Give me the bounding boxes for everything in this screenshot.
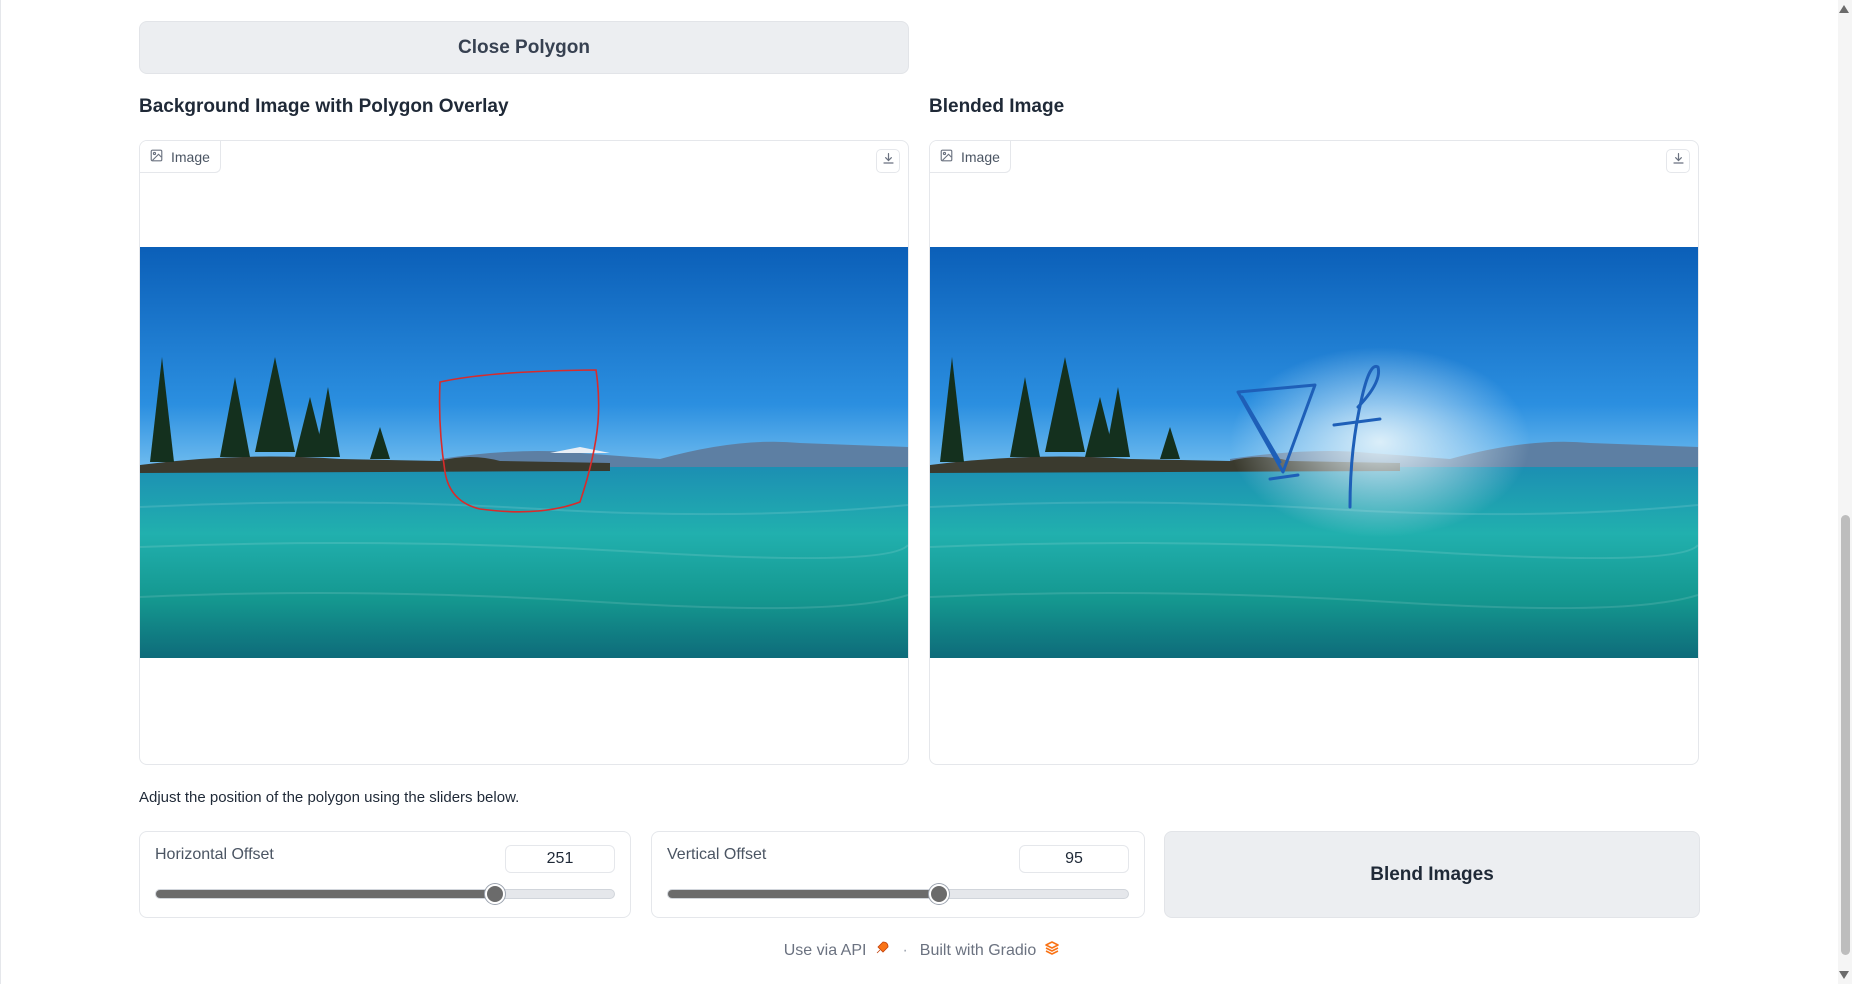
gradio-logo-icon xyxy=(1044,940,1060,961)
scrollbar-thumb[interactable] xyxy=(1841,515,1850,955)
horizontal-slider-track[interactable] xyxy=(155,884,615,904)
image-icon xyxy=(940,149,953,165)
download-button[interactable] xyxy=(1666,149,1690,173)
close-polygon-button[interactable]: Close Polygon xyxy=(139,21,909,74)
horizontal-offset-slider: Horizontal Offset 251 xyxy=(139,831,631,918)
blended-image-panel: Image xyxy=(929,140,1699,765)
use-via-api-text: Use via API xyxy=(783,941,867,959)
vertical-slider-fill xyxy=(668,890,940,898)
vertical-scrollbar[interactable] xyxy=(1838,0,1852,984)
rocket-icon xyxy=(874,940,890,961)
vertical-slider-track[interactable] xyxy=(667,884,1129,904)
vertical-offset-input[interactable]: 95 xyxy=(1019,845,1129,873)
use-via-api-link[interactable]: Use via API xyxy=(784,940,891,961)
download-icon xyxy=(1672,152,1685,170)
scroll-up-arrow-icon[interactable] xyxy=(1839,5,1849,13)
page: Close Polygon Background Image with Poly… xyxy=(0,0,1852,984)
image-label-badge: Image xyxy=(140,141,221,173)
built-with-gradio-link[interactable]: Built with Gradio xyxy=(920,940,1061,961)
horizontal-slider-thumb[interactable] xyxy=(484,884,505,904)
download-button[interactable] xyxy=(876,149,900,173)
footer: Use via API · Built with Gradio xyxy=(1,940,1852,961)
vertical-slider-thumb[interactable] xyxy=(929,884,950,904)
image-label-text: Image xyxy=(171,148,210,165)
left-panel-title: Background Image with Polygon Overlay xyxy=(139,96,509,117)
horizontal-slider-fill xyxy=(156,890,495,898)
image-label-text: Image xyxy=(961,148,1000,165)
horizontal-offset-input[interactable]: 251 xyxy=(505,845,615,873)
download-icon xyxy=(882,152,895,170)
vertical-offset-label: Vertical Offset xyxy=(667,846,767,863)
footer-separator: · xyxy=(902,941,908,959)
right-panel-title: Blended Image xyxy=(929,96,1065,117)
blended-image xyxy=(930,247,1698,658)
horizontal-offset-label: Horizontal Offset xyxy=(155,846,274,863)
scroll-down-arrow-icon[interactable] xyxy=(1839,971,1849,979)
image-label-badge: Image xyxy=(930,141,1011,173)
built-with-gradio-text: Built with Gradio xyxy=(919,941,1037,959)
background-image xyxy=(140,247,908,658)
image-icon xyxy=(150,149,163,165)
background-image-panel: Image xyxy=(139,140,909,765)
blend-images-button[interactable]: Blend Images xyxy=(1164,831,1700,918)
vertical-offset-slider: Vertical Offset 95 xyxy=(651,831,1145,918)
instruction-text: Adjust the position of the polygon using… xyxy=(139,789,520,806)
